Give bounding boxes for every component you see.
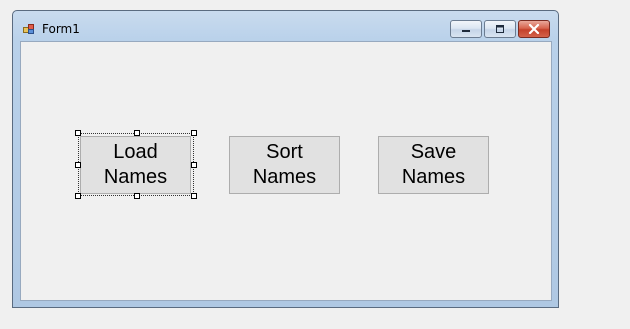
title-bar[interactable]: Form1: [13, 11, 558, 41]
resize-handle-bottom-right[interactable]: [191, 193, 197, 199]
form-window: Form1 Load Names Sort Names Save Names: [12, 10, 559, 308]
minimize-button[interactable]: [450, 20, 482, 38]
sort-names-button[interactable]: Sort Names: [229, 136, 340, 194]
form-client-area: Load Names Sort Names Save Names: [20, 41, 552, 301]
close-icon: [528, 24, 540, 34]
resize-handle-top-right[interactable]: [191, 130, 197, 136]
resize-handle-right[interactable]: [191, 162, 197, 168]
maximize-button[interactable]: [484, 20, 516, 38]
close-button[interactable]: [518, 20, 550, 38]
window-title: Form1: [42, 22, 80, 36]
load-names-button[interactable]: Load Names: [80, 136, 191, 194]
save-names-button[interactable]: Save Names: [378, 136, 489, 194]
form-app-icon: [23, 24, 34, 34]
minimize-icon: [462, 30, 470, 32]
maximize-icon: [496, 25, 504, 33]
